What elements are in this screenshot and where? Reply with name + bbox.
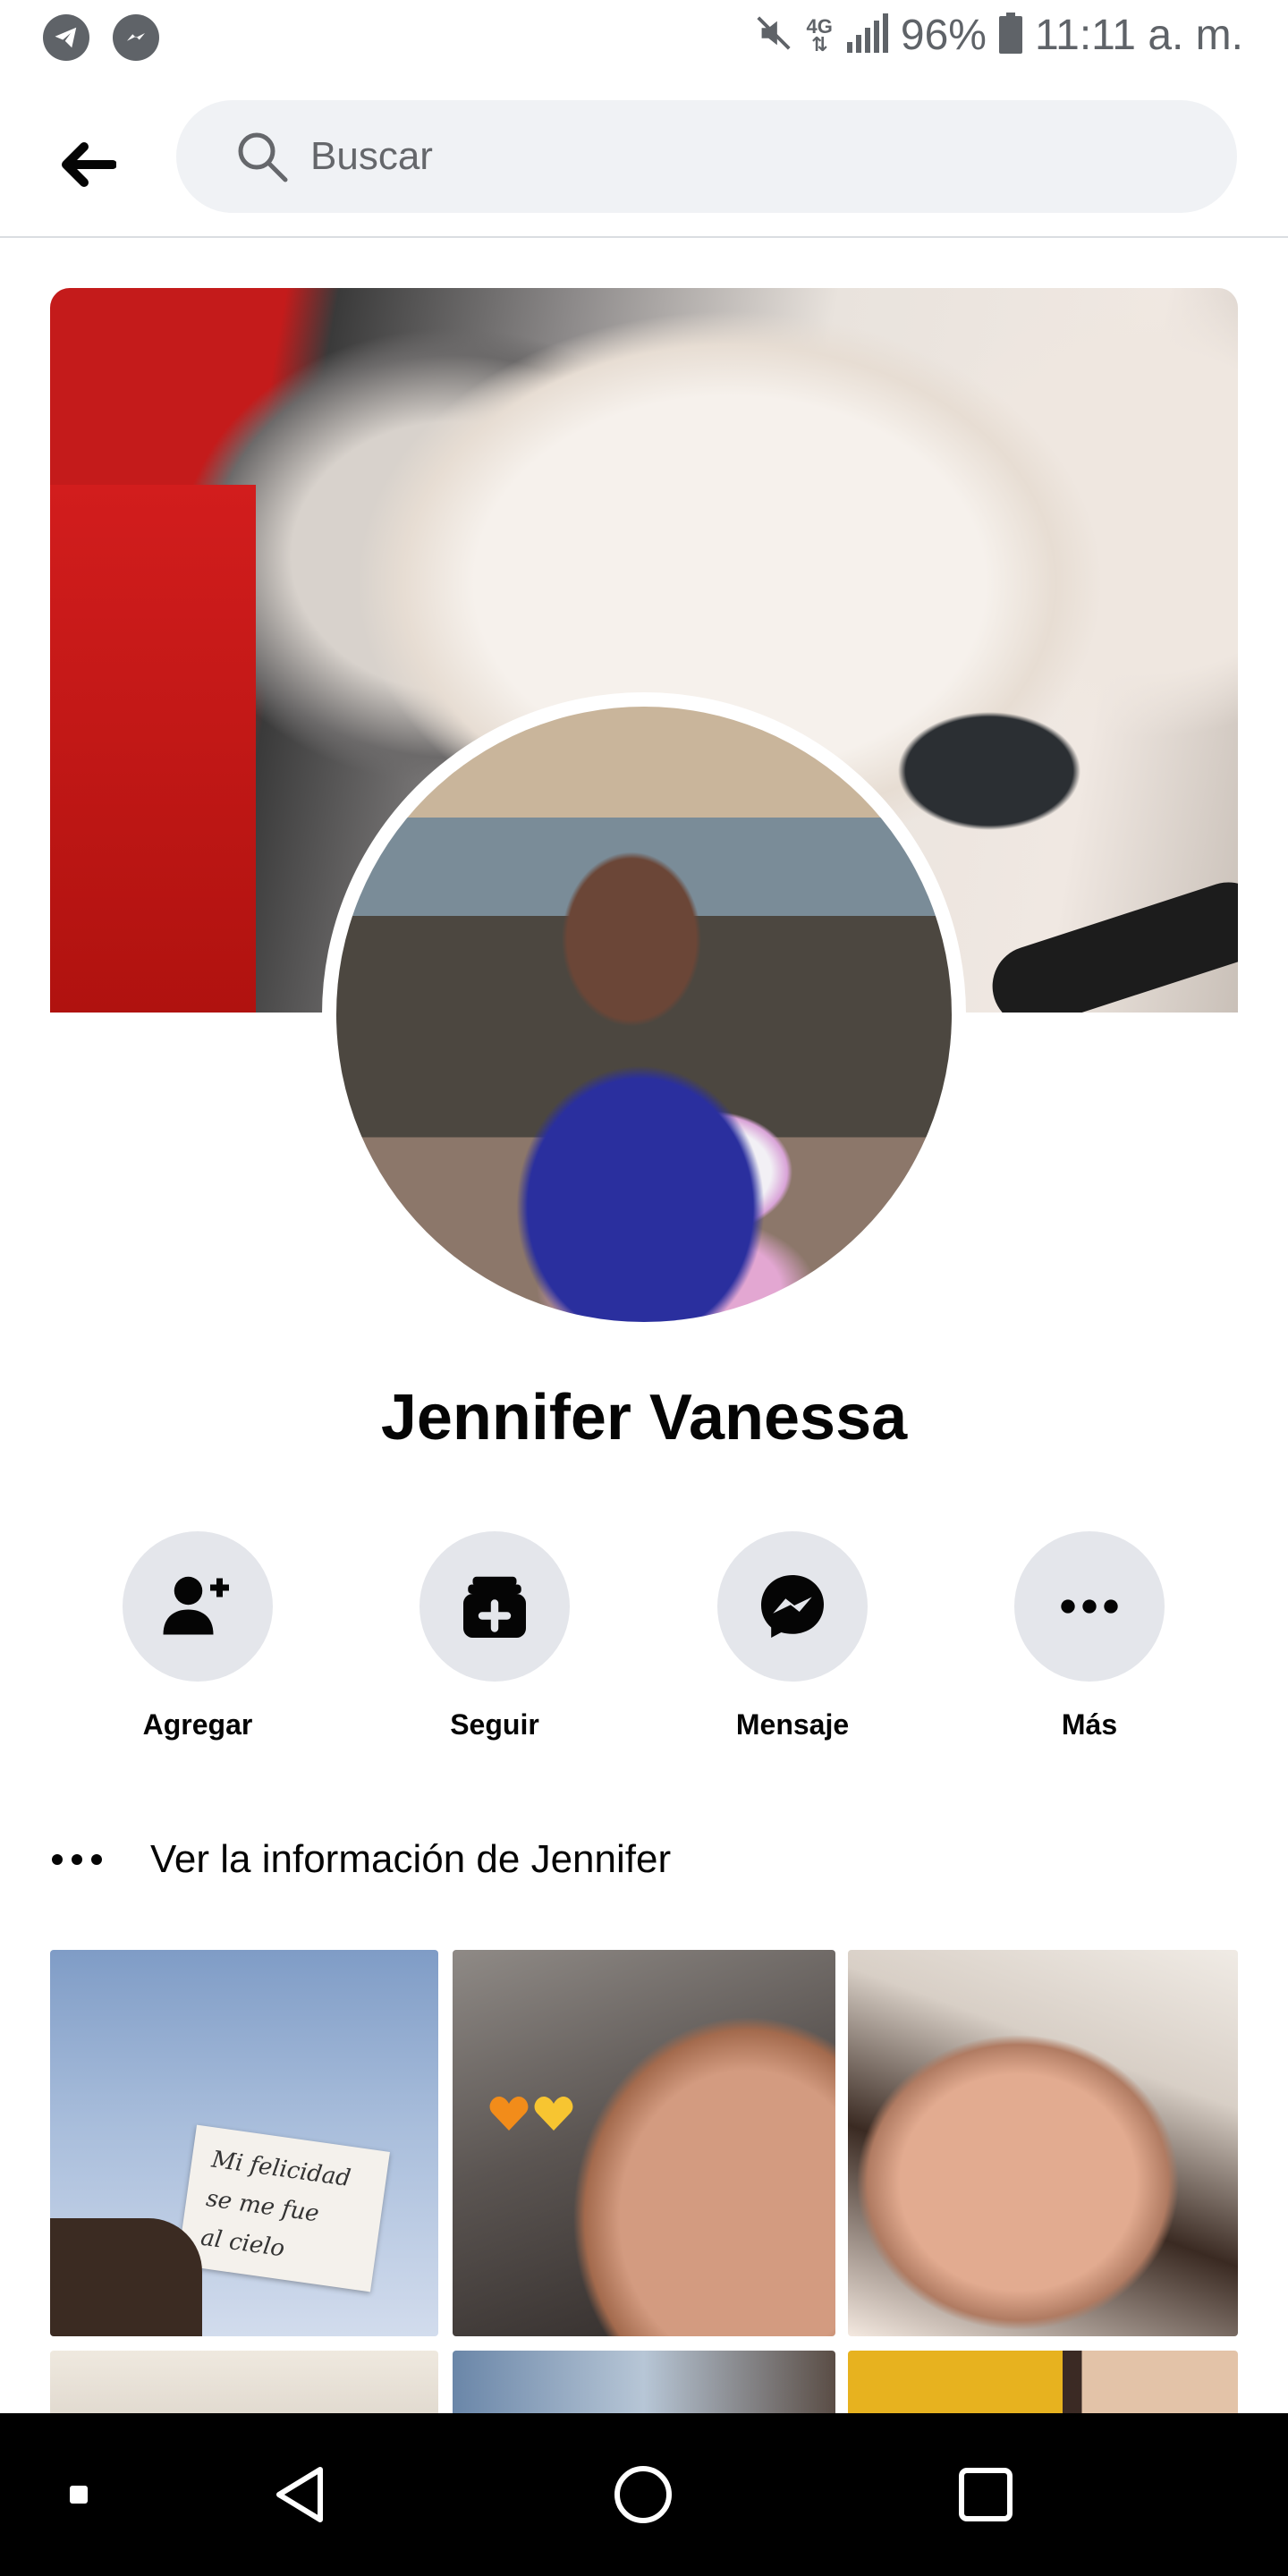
cover-strap: [981, 871, 1238, 1013]
message-circle[interactable]: [717, 1531, 868, 1682]
recents-nav-button[interactable]: [950, 2459, 1021, 2530]
status-notifications: [43, 14, 159, 61]
more-label: Más: [1061, 1708, 1118, 1741]
status-indicators: 4G ⇅ 96% 11:11 a. m.: [753, 11, 1243, 60]
add-friend-circle[interactable]: [123, 1531, 273, 1682]
profile-actions: Agregar Seguir Mensaje Más: [0, 1531, 1288, 1746]
photo-6[interactable]: [848, 2351, 1238, 2415]
network-type: 4G ⇅: [806, 14, 833, 55]
search-input[interactable]: [310, 134, 1115, 179]
profile-name: Jennifer Vanessa: [380, 1382, 908, 1453]
follow-button[interactable]: Seguir: [387, 1531, 602, 1741]
recent-small-button[interactable]: [43, 2459, 114, 2530]
more-icon: [1061, 1599, 1118, 1614]
hand-shape: [50, 2218, 202, 2336]
more-button[interactable]: Más: [982, 1531, 1197, 1741]
clock: 11:11 a. m.: [1034, 12, 1243, 59]
battery-icon: [998, 13, 1022, 58]
photo-2[interactable]: [453, 1950, 835, 2336]
follow-icon: [463, 1576, 526, 1638]
small-square-icon: [70, 2486, 88, 2504]
follow-label: Seguir: [450, 1708, 539, 1741]
photo-1[interactable]: Mi felicidad se me fue al cielo: [50, 1950, 438, 2336]
photo-4[interactable]: [50, 2351, 438, 2415]
messenger-icon: [761, 1575, 824, 1638]
add-friend-label: Agregar: [142, 1708, 253, 1741]
telegram-icon: [43, 14, 89, 61]
add-friend-icon: [163, 1576, 229, 1635]
search-header: [0, 89, 1288, 238]
battery-percent: 96%: [900, 12, 987, 59]
see-info-link[interactable]: Ver la información de Jennifer: [50, 1821, 1238, 1898]
more-circle[interactable]: [1014, 1531, 1165, 1682]
search-bar[interactable]: [176, 100, 1237, 213]
status-bar: 4G ⇅ 96% 11:11 a. m.: [0, 0, 1288, 79]
profile-picture-image: [336, 707, 952, 1322]
message-button[interactable]: Mensaje: [685, 1531, 900, 1741]
photo-5[interactable]: [453, 2351, 835, 2415]
follow-circle[interactable]: [419, 1531, 570, 1682]
note-line-3: al cielo: [199, 2224, 286, 2263]
note-line-1: Mi felicidad: [209, 2146, 352, 2192]
note-line-2: se me fue: [205, 2185, 321, 2227]
back-button[interactable]: [52, 129, 123, 200]
message-label: Mensaje: [735, 1708, 850, 1741]
photo-grid: Mi felicidad se me fue al cielo: [50, 1950, 1238, 2415]
back-nav-button[interactable]: [265, 2459, 336, 2530]
navigation-bar: [0, 2413, 1288, 2576]
mute-icon: [753, 13, 794, 58]
signal-icon: [845, 13, 888, 57]
ellipsis-icon: [50, 1852, 113, 1867]
messenger-notification-icon: [113, 14, 159, 61]
see-info-label: Ver la información de Jennifer: [150, 1837, 672, 1881]
search-icon: [238, 132, 288, 182]
add-friend-button[interactable]: Agregar: [90, 1531, 305, 1741]
heart-emojis-icon: [489, 2097, 573, 2131]
note-paper: Mi felicidad se me fue al cielo: [177, 2124, 390, 2292]
home-circle-icon: [614, 2466, 672, 2523]
back-triangle-icon: [276, 2467, 323, 2522]
home-nav-button[interactable]: [607, 2459, 679, 2530]
back-arrow-icon: [62, 142, 116, 187]
cover-red-fabric: [50, 485, 256, 1013]
profile-picture[interactable]: [322, 692, 966, 1336]
photo-3[interactable]: [848, 1950, 1238, 2336]
recents-square-icon: [959, 2468, 1013, 2521]
